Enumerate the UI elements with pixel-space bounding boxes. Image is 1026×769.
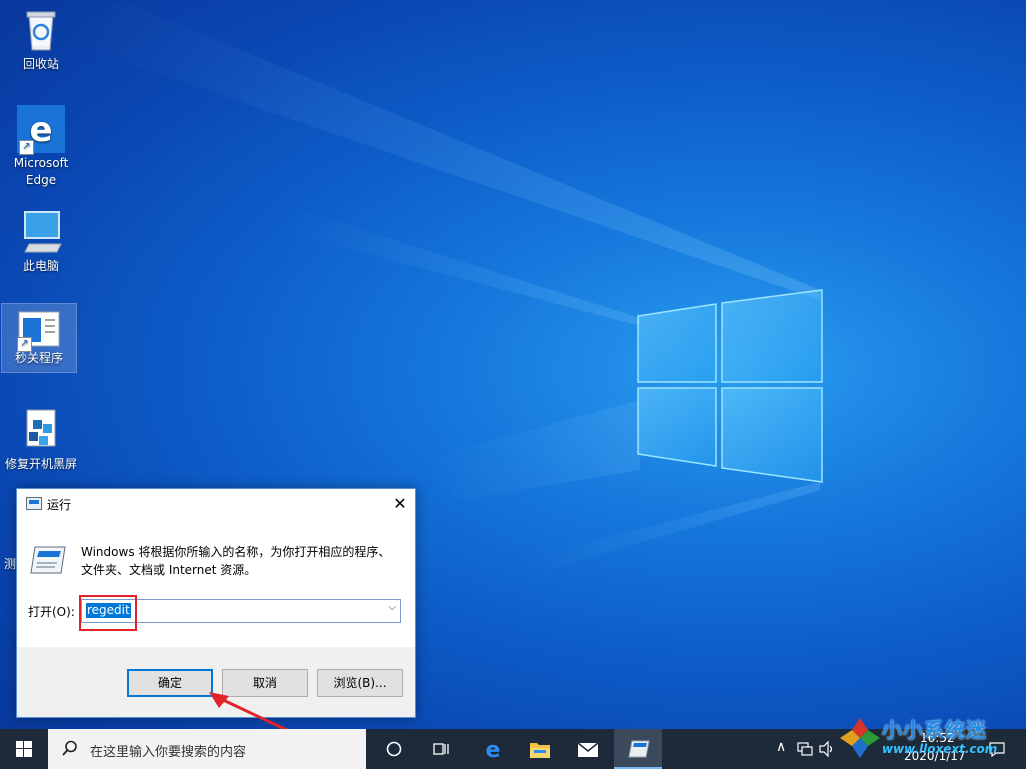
start-button[interactable] [0,729,48,769]
shortcut-arrow-icon: ↗ [19,140,34,155]
windows-start-icon [16,741,32,757]
task-view-button[interactable] [422,729,458,769]
shortcut-arrow-icon: ↗ [17,337,32,352]
app-icon: ↗ [15,310,63,358]
close-icon[interactable]: ✕ [385,489,415,519]
run-title: 运行 [47,498,72,512]
recycle-bin-icon [17,6,65,54]
run-titlebar[interactable]: 运行 ✕ [17,489,415,519]
run-title-icon [26,497,42,510]
tray-chevron-up-icon[interactable]: ∧ [776,739,786,755]
desktop-icon-recycle-bin[interactable]: 回收站 [4,6,78,73]
cortana-button[interactable] [376,729,412,769]
desktop-partial-label: 测 [4,557,17,571]
desktop-icon-quick-close[interactable]: ↗ 秒关程序 [1,303,77,373]
open-label: 打开(O): [28,605,75,619]
ok-button[interactable]: 确定 [127,669,213,697]
desktop-icon-label: 回收站 [22,57,59,71]
taskbar-explorer-button[interactable] [518,729,562,769]
windows-logo [637,289,823,483]
watermark-title: 小小系统迷 [882,718,987,742]
network-icon[interactable] [796,741,814,757]
run-icon [628,740,650,758]
computer-icon [17,208,65,256]
edge-icon: e ↗ [17,105,65,155]
volume-icon[interactable] [818,741,836,757]
svg-text:e: e [486,738,501,760]
folder-icon [530,743,550,758]
mail-icon [577,742,599,757]
desktop-icon-label: 修复开机黑屏 [4,457,77,471]
desktop-icon-label: 此电脑 [22,259,59,273]
desktop-icon-repair[interactable]: 修复开机黑屏 [4,406,78,473]
run-description: Windows 将根据你所输入的名称，为你打开相应的程序、文件夹、文档或 Int… [81,545,391,577]
cortana-circle-icon [386,741,402,757]
watermark-logo-icon [840,718,880,758]
taskbar-search-box[interactable]: 在这里输入你要搜索的内容 [48,729,366,769]
desktop-icon-edge[interactable]: e ↗ Microsoft Edge [4,105,78,189]
desktop-icon-label: Microsoft Edge [13,156,69,187]
search-placeholder: 在这里输入你要搜索的内容 [90,745,247,760]
taskbar-run-button[interactable] [614,729,662,769]
watermark: 小小系统迷 www.lloxext.com [836,712,1026,768]
task-view-icon [433,743,449,755]
chevron-down-icon[interactable]: ⌵ [388,602,396,613]
repair-icon [17,406,65,454]
taskbar-edge-button[interactable]: e [470,729,514,769]
search-icon [62,740,77,756]
desktop-icon-this-pc[interactable]: 此电脑 [4,208,78,275]
run-large-icon [30,546,66,574]
browse-button[interactable]: 浏览(B)... [317,669,403,697]
watermark-url: www.lloxext.com [882,742,998,756]
annotation-arrow [209,692,292,734]
run-dialog: 运行 ✕ Windows 将根据你所输入的名称，为你打开相应的程序、文件夹、文档… [16,488,416,718]
edge-icon: e [486,738,501,760]
annotation-highlight-box [79,595,137,631]
taskbar-mail-button[interactable] [566,729,610,769]
